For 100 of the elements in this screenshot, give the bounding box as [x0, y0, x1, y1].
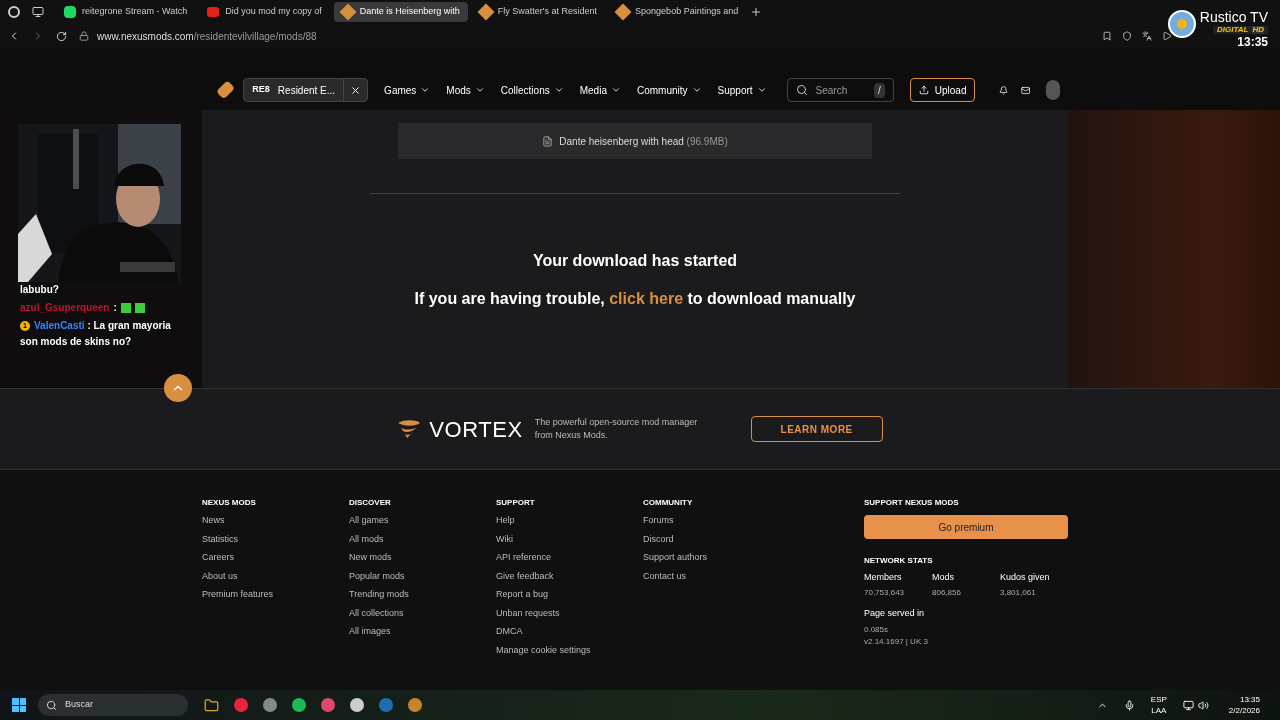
footer-link[interactable]: Unban requests	[496, 606, 643, 620]
footer-heading: NEXUS MODS	[202, 497, 257, 509]
footer-link[interactable]: Support authors	[643, 551, 790, 565]
stat-label: Mods	[932, 571, 955, 584]
footer-heading: COMMUNITY	[643, 497, 694, 509]
notifications-icon[interactable]	[999, 83, 1009, 97]
footer-link[interactable]: All mods	[349, 532, 496, 546]
channel-badge: DIGITAL HD	[1213, 26, 1268, 34]
taskbar-app-icon[interactable]	[321, 698, 335, 712]
footer-link[interactable]: Help	[496, 514, 643, 528]
footer-link[interactable]: Forums	[643, 514, 790, 528]
browser-tab[interactable]: reitegrone Stream - Watch	[56, 2, 196, 22]
manual-download-link[interactable]: click here	[609, 290, 684, 307]
translate-icon[interactable]	[1142, 31, 1152, 41]
browser-tab[interactable]: Fly Swatter's at Resident	[471, 2, 606, 22]
footer-link[interactable]: DMCA	[496, 625, 643, 639]
browser-tab[interactable]: Did you mod my copy of	[199, 2, 330, 22]
footer-link[interactable]: Manage cookie settings	[496, 643, 643, 657]
footer-heading: DISCOVER	[349, 497, 392, 509]
footer-link[interactable]: Report a bug	[496, 588, 643, 602]
served-time: 0.085s	[864, 624, 890, 636]
footer-link[interactable]: About us	[202, 569, 349, 583]
file-name: Dante heisenberg with head (96.9MB)	[559, 134, 728, 149]
footer-link[interactable]: All games	[349, 514, 496, 528]
microphone-icon[interactable]	[1123, 699, 1135, 711]
close-icon[interactable]	[350, 84, 362, 96]
shield-icon[interactable]	[1122, 31, 1132, 41]
bookmark-icon[interactable]	[1102, 31, 1112, 41]
url-field[interactable]: www.nexusmods.com/residentevilvillage/mods/88	[97, 28, 317, 44]
network-icon[interactable]	[1182, 699, 1194, 711]
version-text: v2.14.1697 | UK 3	[864, 636, 929, 648]
stat-value: 70,753,643	[864, 586, 906, 599]
footer-link[interactable]: All images	[349, 625, 496, 639]
taskbar-search-field[interactable]: Buscar	[38, 694, 188, 716]
download-title: Your download has started	[532, 251, 738, 271]
footer-heading: SUPPORT	[496, 497, 536, 509]
learn-more-button[interactable]: LEARN MORE	[750, 416, 883, 442]
game-selector[interactable]: RE8 Resident E...	[243, 78, 369, 102]
windows-start-icon[interactable]	[12, 698, 26, 712]
footer-link[interactable]: New mods	[349, 551, 496, 565]
nav-menu-item[interactable]: Community	[636, 82, 702, 98]
vortex-wordmark: VORTEX	[429, 415, 523, 444]
trouble-text: If you are having trouble, click here to download manually	[414, 289, 856, 309]
footer-heading: SUPPORT NEXUS MODS	[864, 497, 960, 509]
stat-value: 806,856	[932, 586, 962, 599]
taskbar-app-icon[interactable]	[408, 698, 422, 712]
channel-brand: Rustico TV	[1199, 10, 1268, 24]
chevron-down-icon	[691, 85, 702, 95]
chat-username: azul_Gsuperqueen	[20, 301, 110, 315]
footer-link[interactable]: Discord	[643, 532, 790, 546]
reload-icon[interactable]	[56, 30, 67, 42]
taskbar-app-icon[interactable]	[292, 698, 306, 712]
stat-label: Kudos given	[1000, 571, 1051, 584]
file-explorer-icon[interactable]	[204, 697, 219, 713]
footer-link[interactable]: News	[202, 514, 349, 528]
emote-icon	[120, 303, 131, 313]
footer-link[interactable]: Contact us	[643, 569, 790, 583]
taskbar-app-icon[interactable]	[350, 698, 364, 712]
nav-menu-item[interactable]: Media	[579, 82, 621, 98]
chat-message: labubu?	[20, 283, 60, 297]
nav-menu-item[interactable]: Support	[717, 82, 767, 98]
chevron-down-icon	[756, 85, 767, 95]
workspace-icon[interactable]	[32, 6, 44, 18]
served-label: Page served in	[864, 606, 926, 620]
vortex-description: The powerful open-source mod manager from Nexus Mods.	[534, 416, 699, 442]
language-indicator[interactable]: ESP LAA	[1150, 694, 1167, 716]
search-icon	[795, 84, 808, 96]
browser-logo-icon[interactable]	[8, 6, 20, 18]
footer-link[interactable]: All collections	[349, 606, 496, 620]
footer-link[interactable]: Popular mods	[349, 569, 496, 583]
footer-link[interactable]: Trending mods	[349, 588, 496, 602]
volume-icon[interactable]	[1197, 699, 1209, 711]
footer-link[interactable]: Premium features	[202, 588, 349, 602]
file-icon	[542, 135, 554, 147]
nav-menu-item[interactable]: Games	[384, 82, 431, 98]
stream-clock: 13:35	[1237, 36, 1268, 48]
footer-link[interactable]: Give feedback	[496, 569, 643, 583]
chevron-down-icon	[610, 85, 621, 95]
chat-separator: :	[113, 301, 117, 315]
taskbar-app-icon[interactable]	[263, 698, 277, 712]
nav-menu-item[interactable]: Collections	[500, 82, 564, 98]
footer-link[interactable]: Wiki	[496, 532, 643, 546]
tab-favicon-icon	[64, 6, 76, 18]
premium-button[interactable]: Go premium	[864, 515, 1068, 539]
stats-heading: NETWORK STATS	[864, 555, 934, 567]
avatar-icon[interactable]	[1045, 80, 1060, 100]
footer-link[interactable]: Careers	[202, 551, 349, 565]
play-icon[interactable]	[1162, 31, 1172, 41]
nav-menu-item[interactable]: Mods	[446, 82, 485, 98]
upload-button[interactable]: Upload	[909, 78, 976, 102]
browser-tab[interactable]: Spongebob Paintings and	[609, 2, 747, 22]
footer-link[interactable]: Statistics	[202, 532, 349, 546]
upload-icon	[918, 85, 929, 95]
stat-value: 3,801,061	[1000, 586, 1037, 599]
emote-icon	[134, 303, 145, 313]
taskbar-clock[interactable]: 13:35 2/2/2026	[1228, 694, 1260, 716]
browser-tab[interactable]: Dante is Heisenberg with	[333, 2, 468, 22]
search-field[interactable]: Search /	[786, 78, 894, 102]
footer-link[interactable]: API reference	[496, 551, 643, 565]
new-tab-icon[interactable]	[750, 6, 763, 18]
